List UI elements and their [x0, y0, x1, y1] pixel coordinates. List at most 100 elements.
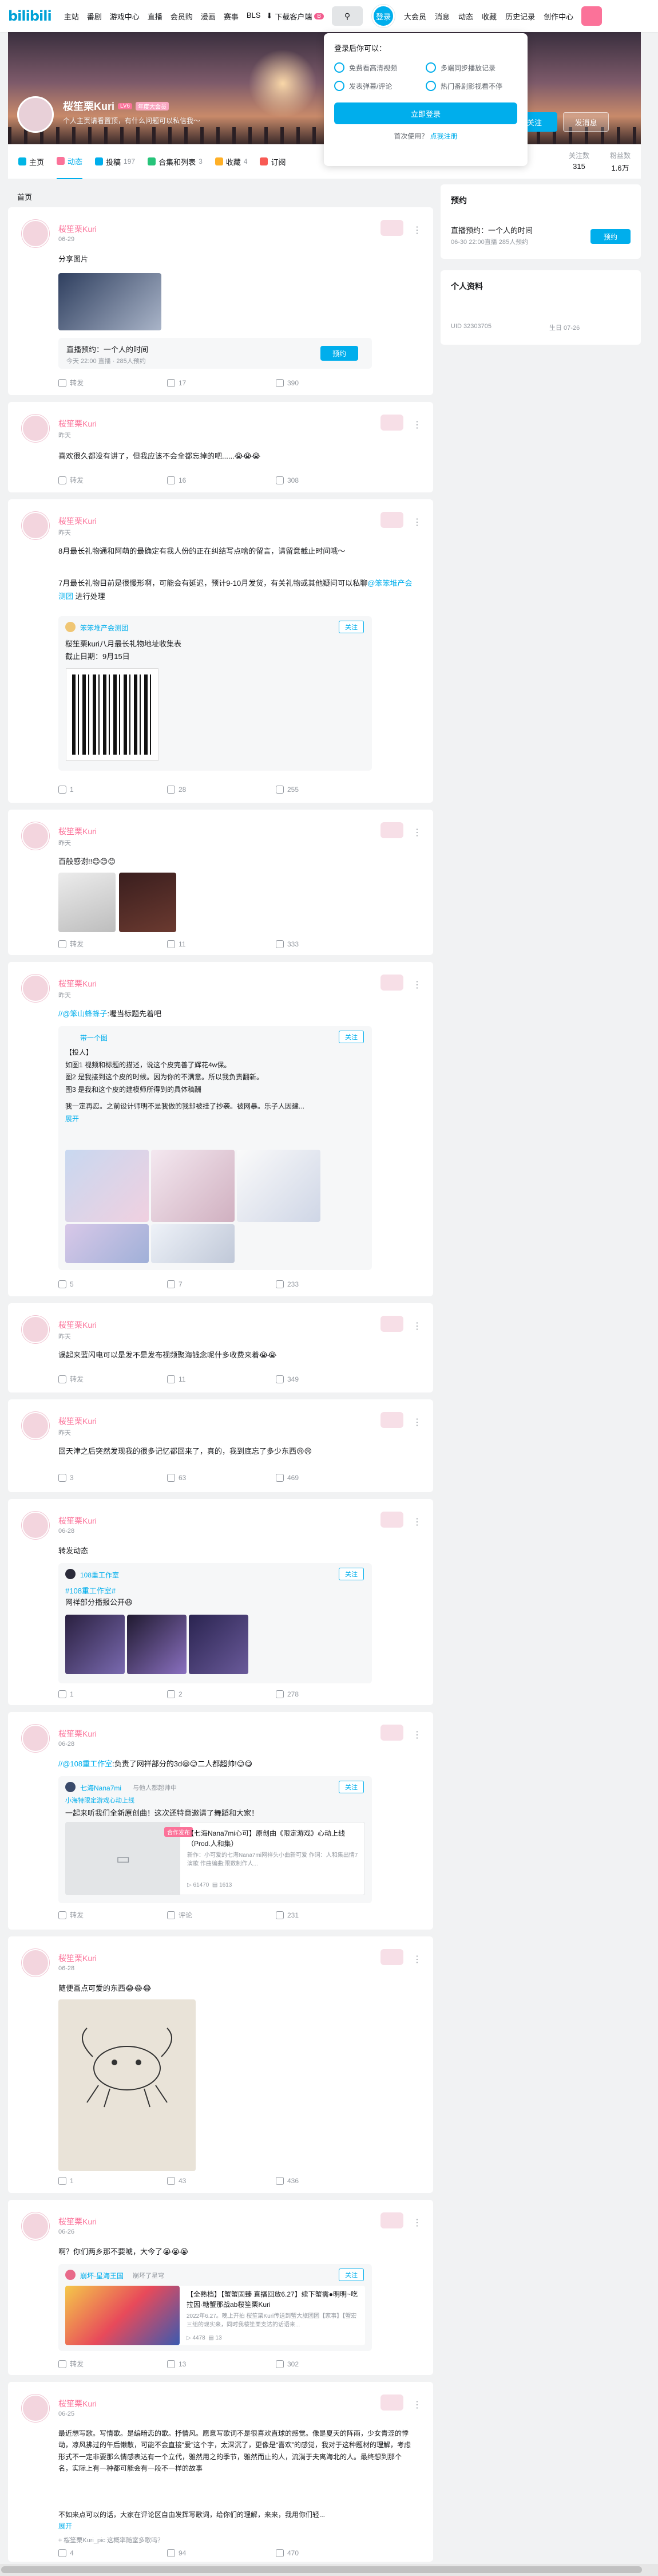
post-avatar[interactable]: [22, 1412, 49, 1439]
more-icon[interactable]: ⋮: [413, 1516, 422, 1528]
comment-button[interactable]: 11: [167, 939, 276, 949]
repost-author[interactable]: 带一个图: [80, 1033, 108, 1043]
topic-link[interactable]: #108重工作室#: [65, 1587, 116, 1595]
like-button[interactable]: 333: [276, 939, 385, 949]
more-icon[interactable]: ⋮: [413, 979, 422, 991]
nav-history[interactable]: 历史记录: [505, 11, 535, 22]
repost-avatar[interactable]: [65, 2270, 76, 2280]
post-author[interactable]: 桜笙栗Kuri: [58, 1515, 97, 1526]
post-avatar[interactable]: [22, 512, 49, 539]
post-author[interactable]: 桜笙栗Kuri: [58, 1319, 97, 1331]
comment-button[interactable]: 43: [167, 2177, 276, 2185]
comment-button[interactable]: 16: [167, 475, 276, 485]
post-avatar[interactable]: [22, 822, 49, 850]
like-button[interactable]: 231: [276, 1910, 385, 1920]
post-avatar[interactable]: [22, 975, 49, 1002]
post-tag[interactable]: ⌗ 桜笙栗Kuri_pic 这概率随室多歌吗？: [58, 2535, 164, 2545]
repost-author[interactable]: 崩坏·星海王国: [80, 2271, 124, 2281]
repost-image[interactable]: [127, 1615, 187, 1674]
search-button[interactable]: ⚲: [332, 6, 363, 26]
video-card[interactable]: 【全熟档】【蟹蟹固臻 直播回放6.27】续下蟹需●明明~吃拉因·糖蟹那战ab桜笙…: [65, 2286, 365, 2345]
qr-code-image[interactable]: [66, 668, 158, 761]
reserve-item-title[interactable]: 直播预约：一个人的时间: [451, 224, 533, 235]
post-author[interactable]: 桜笙栗Kuri: [58, 418, 97, 429]
repost-image[interactable]: [65, 1224, 149, 1263]
nav-bls[interactable]: BLS: [247, 11, 261, 22]
repost-author[interactable]: 笨笨堆产会测团: [80, 623, 128, 633]
nav-vip[interactable]: 大会员: [404, 11, 426, 22]
comment-button[interactable]: 17: [167, 378, 276, 388]
nav-game-center[interactable]: 游戏中心: [110, 11, 140, 22]
expand-link[interactable]: 展开: [65, 1113, 363, 1126]
reserve-button[interactable]: 预约: [320, 346, 358, 361]
post-author[interactable]: 桜笙栗Kuri: [58, 223, 97, 235]
share-button[interactable]: 3: [58, 1474, 167, 1482]
like-button[interactable]: 302: [276, 2359, 385, 2369]
repost-follow-button[interactable]: 关注: [339, 621, 364, 633]
repost-follow-button[interactable]: 关注: [339, 1781, 364, 1793]
nav-creator-center[interactable]: 创作中心: [544, 11, 573, 22]
repost-image[interactable]: [65, 1150, 149, 1222]
repost-image[interactable]: [237, 1150, 320, 1222]
comment-button[interactable]: 11: [167, 1374, 276, 1384]
more-icon[interactable]: ⋮: [413, 2217, 422, 2228]
post-author[interactable]: 桜笙栗Kuri: [58, 515, 97, 527]
register-link[interactable]: 点我注册: [430, 132, 458, 140]
repost-follow-button[interactable]: 关注: [339, 2269, 364, 2281]
comment-button[interactable]: 13: [167, 2359, 276, 2369]
horizontal-scrollbar[interactable]: [0, 2564, 658, 2576]
nav-main-site[interactable]: 主站: [64, 11, 79, 22]
share-button[interactable]: 1: [58, 786, 167, 794]
nav-esports[interactable]: 赛事: [224, 11, 239, 22]
like-button[interactable]: 349: [276, 1374, 385, 1384]
nav-anime[interactable]: 番剧: [87, 11, 102, 22]
post-avatar[interactable]: [22, 415, 49, 442]
upload-button[interactable]: [581, 6, 602, 26]
repost-author[interactable]: 七海Nana7mi: [80, 1783, 121, 1793]
more-icon[interactable]: ⋮: [413, 1417, 422, 1428]
nav-favorites[interactable]: 收藏: [482, 11, 497, 22]
game-link[interactable]: 小海特限定游戏心动上线: [65, 1796, 134, 1805]
post-image[interactable]: [119, 873, 176, 932]
post-image[interactable]: [58, 273, 161, 330]
comment-button[interactable]: 28: [167, 786, 276, 794]
more-icon[interactable]: ⋮: [413, 827, 422, 838]
share-button[interactable]: 转发: [58, 939, 167, 949]
share-button[interactable]: 1: [58, 1690, 167, 1698]
login-avatar-button[interactable]: 登录: [372, 5, 395, 27]
comment-button[interactable]: 2: [167, 1690, 276, 1698]
post-author[interactable]: 桜笙栗Kuri: [58, 1728, 97, 1739]
share-button[interactable]: 转发: [58, 2359, 167, 2369]
share-button[interactable]: 5: [58, 1280, 167, 1288]
nav-dynamics[interactable]: 动态: [458, 11, 473, 22]
more-icon[interactable]: ⋮: [413, 516, 422, 528]
tab-favorites[interactable]: 收藏 4: [215, 156, 247, 167]
nav-messages[interactable]: 消息: [435, 11, 450, 22]
scrollbar-thumb[interactable]: [1, 2566, 642, 2573]
more-icon[interactable]: ⋮: [413, 1954, 422, 1965]
stat-following[interactable]: 关注数 315: [569, 151, 589, 173]
post-image[interactable]: [58, 1999, 196, 2171]
mention-link[interactable]: //@108重工作室: [58, 1760, 112, 1768]
like-button[interactable]: 469: [276, 1474, 385, 1482]
nav-manga[interactable]: 漫画: [201, 11, 216, 22]
like-button[interactable]: 470: [276, 2549, 385, 2557]
post-avatar[interactable]: [22, 2212, 49, 2240]
login-now-button[interactable]: 立即登录: [334, 102, 517, 124]
share-button[interactable]: 4: [58, 2549, 167, 2557]
post-author[interactable]: 桜笙栗Kuri: [58, 2216, 97, 2227]
comment-button[interactable]: 94: [167, 2549, 276, 2557]
post-author[interactable]: 桜笙栗Kuri: [58, 1952, 97, 1964]
message-button[interactable]: 发消息: [563, 112, 609, 132]
post-avatar[interactable]: [22, 1725, 49, 1752]
more-icon[interactable]: ⋮: [413, 2399, 422, 2411]
more-icon[interactable]: ⋮: [413, 224, 422, 236]
like-button[interactable]: 390: [276, 378, 385, 388]
post-avatar[interactable]: [22, 1949, 49, 1977]
mention-link[interactable]: //@笨山蜂蜂子: [58, 1009, 107, 1018]
post-author[interactable]: 桜笙栗Kuri: [58, 978, 97, 989]
post-avatar[interactable]: [22, 1512, 49, 1539]
repost-follow-button[interactable]: 关注: [339, 1568, 364, 1580]
download-client-button[interactable]: ⬇ 下载客户端 B: [266, 11, 324, 22]
expand-link[interactable]: 展开: [58, 2520, 413, 2532]
